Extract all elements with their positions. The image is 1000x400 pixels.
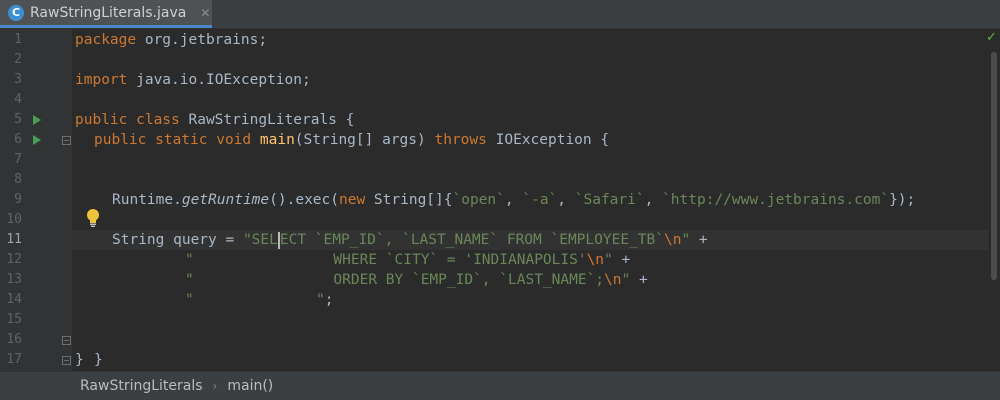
java-class-icon: C xyxy=(8,4,24,21)
method-call: getRuntime xyxy=(181,192,270,208)
line-number: 9 xyxy=(14,192,22,207)
code-text: + xyxy=(690,232,708,248)
line-number: 15 xyxy=(6,312,22,327)
chevron-right-icon: › xyxy=(212,379,218,393)
code-text: ().exec( xyxy=(269,192,339,208)
line-number: 13 xyxy=(6,272,22,287)
line-number: 16 xyxy=(6,332,22,347)
breadcrumb-method[interactable]: main() xyxy=(227,378,273,394)
code-text: + xyxy=(630,272,648,288)
tab-rawstringliterals[interactable]: C RawStringLiterals.java ✕ xyxy=(0,0,212,28)
code-line: String query = "SEL ECT `EMP_ID`, `LAST_N… xyxy=(112,230,708,250)
string-literal: " WHERE `CITY` = 'INDIANAPOLIS' xyxy=(185,252,587,268)
keyword: public class xyxy=(75,112,180,128)
code-line: import java.io.IOException; xyxy=(75,70,311,90)
line-number: 14 xyxy=(6,292,22,307)
code-text: } xyxy=(94,352,103,368)
code-text: String query = xyxy=(112,232,243,248)
keyword: new xyxy=(339,192,366,208)
string-literal: `-a` xyxy=(522,192,558,208)
line-number: 3 xyxy=(14,72,22,87)
code-text: org.jetbrains; xyxy=(136,32,268,48)
code-text: Runtime. xyxy=(112,192,182,208)
string-literal: `open` xyxy=(452,192,505,208)
code-line: " WHERE `CITY` = 'INDIANAPOLIS'\n" + xyxy=(185,250,630,270)
escape-sequence: \n xyxy=(604,272,622,288)
code-line: " "; xyxy=(185,290,333,310)
line-number: 17 xyxy=(6,352,22,367)
line-number: 6 xyxy=(14,132,22,147)
code-line: } xyxy=(94,350,103,370)
line-number: 12 xyxy=(6,252,22,267)
method-name: main xyxy=(259,132,295,148)
string-literal: " ORDER BY `EMP_ID`, `LAST_NAME`; xyxy=(185,272,605,288)
comma: , xyxy=(504,192,523,208)
breadcrumb-class[interactable]: RawStringLiterals xyxy=(80,378,203,394)
code-text: (String[] args) xyxy=(294,132,435,148)
code-text: java.io.IOException; xyxy=(127,72,311,88)
editor-tab-bar: C RawStringLiterals.java ✕ xyxy=(0,0,1000,29)
code-text: String[]{ xyxy=(365,192,453,208)
keyword: throws xyxy=(434,132,487,148)
code-text: } xyxy=(75,352,84,368)
string-literal: "SEL xyxy=(242,232,278,248)
code-text: }); xyxy=(889,192,916,208)
breadcrumb: RawStringLiterals › main() xyxy=(0,371,1000,400)
close-icon[interactable]: ✕ xyxy=(200,6,210,20)
keyword: public static void xyxy=(94,132,252,148)
code-line: " ORDER BY `EMP_ID`, `LAST_NAME`;\n" + xyxy=(185,270,648,290)
line-number: 1 xyxy=(14,32,22,47)
code-line: } xyxy=(75,350,84,370)
fold-icon[interactable]: − xyxy=(62,136,71,145)
keyword: import xyxy=(75,72,128,88)
string-literal: ECT `EMP_ID`, `LAST_NAME` FROM `EMPLOYEE… xyxy=(279,232,664,248)
comma: , xyxy=(644,192,663,208)
line-number: 10 xyxy=(6,212,22,227)
fold-icon[interactable]: − xyxy=(62,336,71,345)
string-literal: " xyxy=(604,252,613,268)
inspection-ok-icon[interactable]: ✓ xyxy=(986,30,997,45)
code-text: IOException { xyxy=(486,132,610,148)
fold-icon[interactable]: − xyxy=(62,356,71,365)
code-line: package org.jetbrains; xyxy=(75,30,267,50)
tab-label: RawStringLiterals.java xyxy=(30,4,187,21)
run-main-icon[interactable] xyxy=(33,135,41,145)
code-line: public static void main(String[] args) t… xyxy=(94,130,609,150)
string-literal: `Safari` xyxy=(574,192,645,208)
line-number: 8 xyxy=(14,172,22,187)
code-text: ; xyxy=(324,292,334,308)
keyword: package xyxy=(75,32,137,48)
line-number: 2 xyxy=(14,52,22,67)
string-literal: " xyxy=(621,272,631,288)
comma: , xyxy=(557,192,575,208)
code-text: RawStringLiterals { xyxy=(179,112,355,128)
string-literal: `http://www.jetbrains.com` xyxy=(662,192,890,208)
string-literal: " " xyxy=(185,292,325,308)
code-line: Runtime.getRuntime().exec(new String[]{`… xyxy=(112,190,915,210)
line-number: 11 xyxy=(6,232,22,247)
scrollbar-thumb[interactable] xyxy=(991,52,997,280)
string-literal: " xyxy=(681,232,691,248)
line-number: 4 xyxy=(14,92,22,107)
gutter[interactable]: 1 2 3 4 5 6 7 8 9 10 11 12 13 14 15 16 1… xyxy=(0,29,72,371)
line-number: 7 xyxy=(14,152,22,167)
escape-sequence: \n xyxy=(586,252,605,268)
code-text: + xyxy=(612,252,631,268)
escape-sequence: \n xyxy=(663,232,682,248)
line-number: 5 xyxy=(14,112,22,127)
code-editor[interactable]: package org.jetbrains; import java.io.IO… xyxy=(72,29,988,371)
run-class-icon[interactable] xyxy=(33,115,41,125)
code-line: public class RawStringLiterals { xyxy=(75,110,354,130)
